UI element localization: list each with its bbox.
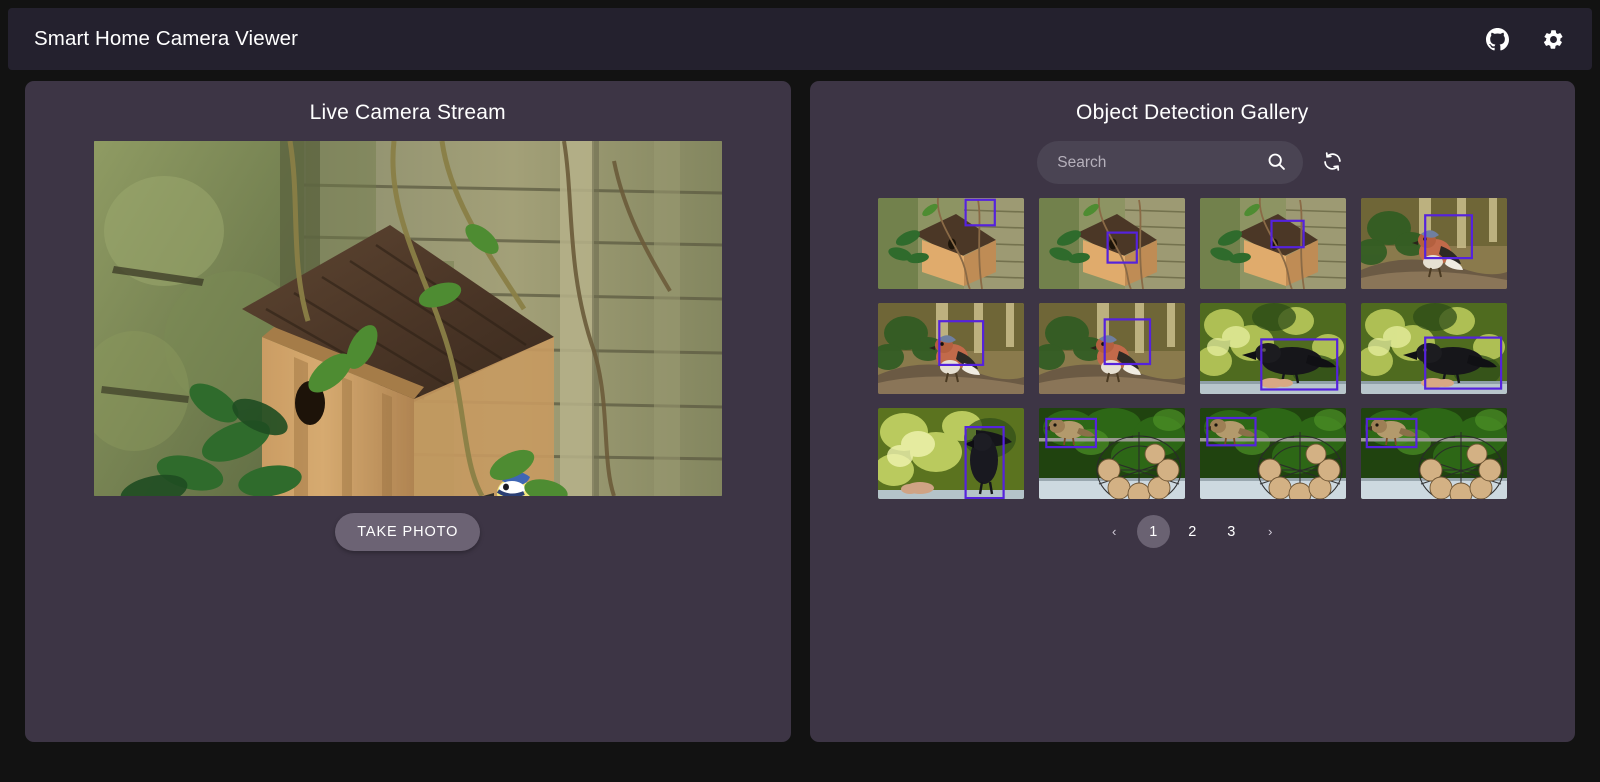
thumbnail-image (1360, 303, 1507, 394)
thumbnail-image (1199, 408, 1346, 499)
thumbnail-image (877, 198, 1024, 289)
app-root: Smart Home Camera Viewer Live Camera Str… (0, 0, 1600, 782)
gallery-thumbnail[interactable] (1360, 408, 1507, 499)
detection-thumbnail-grid (876, 198, 1508, 499)
take-photo-button[interactable]: TAKE PHOTO (335, 513, 481, 551)
stream-wrapper: TAKE PHOTO (35, 141, 781, 551)
search-box[interactable] (1037, 141, 1304, 184)
main-content: Live Camera Stream TAKE PHOTO Object Det… (8, 81, 1592, 744)
page-title: Smart Home Camera Viewer (34, 27, 299, 50)
thumbnail-image (1360, 198, 1507, 289)
live-camera-panel: Live Camera Stream TAKE PHOTO (25, 81, 791, 742)
thumbnail-image (877, 408, 1024, 499)
search-input[interactable] (1057, 153, 1265, 172)
thumbnail-image (1199, 303, 1346, 394)
pagination: ‹ 123 › (820, 515, 1566, 548)
thumbnail-image (1199, 198, 1346, 289)
refresh-button[interactable] (1317, 148, 1347, 178)
app-header: Smart Home Camera Viewer (8, 8, 1592, 70)
pagination-page-1[interactable]: 1 (1136, 515, 1170, 548)
gallery-panel: Object Detection Gallery Search ‹ 1 2 3 … (809, 81, 1575, 742)
thumbnail-image (1038, 198, 1185, 289)
github-icon (1485, 27, 1509, 51)
gallery-thumbnail[interactable] (877, 303, 1024, 394)
gallery-thumbnail[interactable] (1199, 303, 1346, 394)
thumbnail-image (1360, 408, 1507, 499)
gallery-thumbnail[interactable] (1360, 303, 1507, 394)
gallery-thumbnail[interactable] (1360, 198, 1507, 289)
gallery-thumbnail[interactable] (877, 198, 1024, 289)
pagination-page-3[interactable]: 3 (1215, 515, 1248, 548)
gallery-thumbnail[interactable] (1199, 408, 1346, 499)
gallery-thumbnail[interactable] (1038, 303, 1185, 394)
gear-icon (1542, 28, 1565, 51)
gallery-thumbnail[interactable] (1038, 198, 1185, 289)
search-button[interactable] (1264, 149, 1289, 177)
thumbnail-image (877, 303, 1024, 394)
pagination-pages: 123 (1136, 515, 1248, 548)
refresh-icon (1322, 151, 1343, 175)
thumbnail-image (1038, 408, 1185, 499)
gallery-thumbnail[interactable] (877, 408, 1024, 499)
gallery-thumbnail[interactable] (1199, 198, 1346, 289)
header-actions (1482, 24, 1568, 54)
gallery-thumbnail[interactable] (1038, 408, 1185, 499)
live-camera-image[interactable] (93, 141, 722, 496)
pagination-next[interactable]: › (1254, 515, 1287, 548)
pagination-prev[interactable]: ‹ (1098, 515, 1131, 548)
birdhouse-scene (93, 141, 722, 496)
thumbnail-image (1038, 303, 1185, 394)
github-link-button[interactable] (1482, 24, 1512, 54)
gallery-toolbar (820, 141, 1566, 184)
pagination-page-2[interactable]: 2 (1176, 515, 1209, 548)
search-icon (1266, 151, 1287, 175)
settings-button[interactable] (1538, 24, 1568, 54)
gallery-title: Object Detection Gallery (1076, 101, 1309, 124)
live-camera-title: Live Camera Stream (309, 101, 506, 124)
